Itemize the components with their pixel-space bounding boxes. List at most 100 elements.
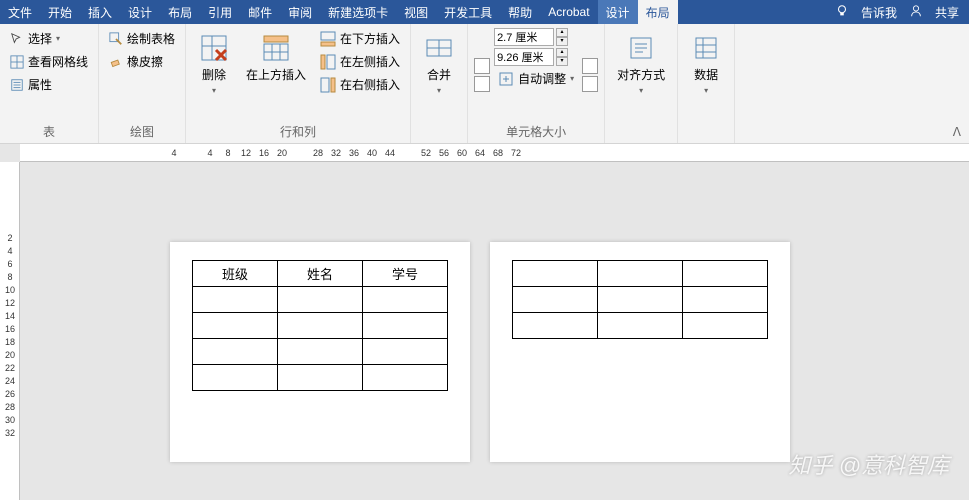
document-table-2[interactable] [512, 260, 768, 339]
group-table: 选择 ▾ 查看网格线 属性 表 [0, 24, 99, 143]
data-button[interactable]: 数据 ▾ [684, 28, 728, 138]
insert-below-label: 在下方插入 [340, 30, 400, 47]
tab-devtools[interactable]: 开发工具 [436, 0, 500, 24]
page-1[interactable]: 班级 姓名 学号 [170, 242, 470, 462]
tab-layout[interactable]: 布局 [160, 0, 200, 24]
distribute-rows-button[interactable] [582, 58, 598, 74]
table-row [513, 261, 768, 287]
table-row [193, 339, 448, 365]
tab-mailings[interactable]: 邮件 [240, 0, 280, 24]
table-cell[interactable]: 班级 [193, 261, 278, 287]
group-table-label: 表 [6, 121, 92, 143]
table-row [193, 313, 448, 339]
table-row [513, 313, 768, 339]
group-draw: 绘制表格 橡皮擦 绘图 [99, 24, 186, 143]
autofit-button[interactable]: 自动调整 ▾ [494, 68, 578, 89]
merge-label: 合并 [427, 68, 451, 82]
delete-label: 删除 [202, 68, 226, 82]
ribbon: 选择 ▾ 查看网格线 属性 表 绘制表格 [0, 24, 969, 144]
table-row [193, 365, 448, 391]
insert-left-button[interactable]: 在左侧插入 [316, 51, 404, 72]
distribute-cols-button[interactable] [582, 76, 598, 92]
group-draw-label: 绘图 [105, 121, 179, 143]
draw-table-button[interactable]: 绘制表格 [105, 28, 179, 49]
group-rows-cols: 删除 ▾ 在上方插入 在下方插入 在左侧插入 在右侧插入 [186, 24, 411, 143]
table-cell[interactable]: 学号 [363, 261, 448, 287]
tab-newtab[interactable]: 新建选项卡 [320, 0, 396, 24]
group-cellsize-label: 单元格大小 [474, 121, 598, 143]
tab-insert[interactable]: 插入 [80, 0, 120, 24]
tellme-label[interactable]: 告诉我 [861, 4, 897, 21]
table-row: 班级 姓名 学号 [193, 261, 448, 287]
properties-button[interactable]: 属性 [6, 74, 92, 95]
group-data-label [684, 138, 728, 143]
select-button[interactable]: 选择 ▾ [6, 28, 92, 49]
document-table-1[interactable]: 班级 姓名 学号 [192, 260, 448, 391]
spin-up-icon[interactable]: ▴ [556, 28, 568, 37]
tab-references[interactable]: 引用 [200, 0, 240, 24]
group-merge: 合并 ▾ [411, 24, 468, 143]
data-label: 数据 [694, 68, 718, 82]
chevron-down-icon: ▾ [56, 34, 60, 43]
delete-button[interactable]: 删除 ▾ [192, 28, 236, 121]
group-merge-label [417, 138, 461, 143]
spin-up-icon[interactable]: ▴ [556, 48, 568, 57]
insert-below-button[interactable]: 在下方插入 [316, 28, 404, 49]
ribbon-tabs: 文件 开始 插入 设计 布局 引用 邮件 审阅 新建选项卡 视图 开发工具 帮助… [0, 0, 678, 24]
collapse-ribbon-icon[interactable]: ᐱ [953, 125, 961, 139]
row-height-field[interactable]: ▴▾ [494, 28, 578, 46]
tab-acrobat[interactable]: Acrobat [540, 0, 597, 24]
spin-down-icon[interactable]: ▾ [556, 57, 568, 66]
document-canvas[interactable]: 班级 姓名 学号 [20, 162, 969, 500]
ruler-horizontal[interactable]: 4481216202832364044525660646872 [20, 144, 969, 162]
chevron-down-icon: ▾ [437, 86, 441, 95]
draw-table-label: 绘制表格 [127, 30, 175, 47]
group-data: 数据 ▾ [678, 24, 735, 143]
group-cellsize: ▴▾ ▴▾ 自动调整 ▾ 单元格大小 [468, 24, 605, 143]
chevron-down-icon: ▾ [570, 74, 574, 83]
chevron-down-icon: ▾ [212, 86, 216, 95]
tab-review[interactable]: 审阅 [280, 0, 320, 24]
gridlines-label: 查看网格线 [28, 53, 88, 70]
insert-above-label: 在上方插入 [246, 68, 306, 82]
alignment-button[interactable]: 对齐方式 ▾ [611, 28, 671, 138]
eraser-button[interactable]: 橡皮擦 [105, 51, 179, 72]
share-icon [909, 4, 923, 21]
tab-table-layout[interactable]: 布局 [638, 0, 678, 24]
group-rowscols-label: 行和列 [192, 121, 404, 143]
tab-help[interactable]: 帮助 [500, 0, 540, 24]
share-label[interactable]: 共享 [935, 4, 959, 21]
row-height-input[interactable] [494, 28, 554, 46]
ruler-vertical[interactable]: 2468101214161820222426283032 [0, 162, 20, 500]
tab-home[interactable]: 开始 [40, 0, 80, 24]
tab-view[interactable]: 视图 [396, 0, 436, 24]
properties-label: 属性 [28, 76, 52, 93]
eraser-label: 橡皮擦 [127, 53, 163, 70]
chevron-down-icon: ▾ [704, 86, 708, 95]
table-cell[interactable]: 姓名 [278, 261, 363, 287]
group-alignment: 对齐方式 ▾ [605, 24, 678, 143]
title-right: 告诉我 共享 [835, 4, 969, 21]
spin-down-icon[interactable]: ▾ [556, 37, 568, 46]
lightbulb-icon [835, 4, 849, 21]
tab-file[interactable]: 文件 [0, 0, 40, 24]
table-row [513, 287, 768, 313]
col-width-field[interactable]: ▴▾ [494, 48, 578, 66]
tab-design[interactable]: 设计 [120, 0, 160, 24]
alignment-label: 对齐方式 [617, 68, 665, 82]
gridlines-button[interactable]: 查看网格线 [6, 51, 92, 72]
merge-button[interactable]: 合并 ▾ [417, 28, 461, 138]
tab-table-design[interactable]: 设计 [598, 0, 638, 24]
distribute-rows-icon[interactable] [474, 58, 490, 74]
insert-right-button[interactable]: 在右侧插入 [316, 74, 404, 95]
select-label: 选择 [28, 30, 52, 47]
table-row [193, 287, 448, 313]
page-2[interactable] [490, 242, 790, 462]
insert-right-label: 在右侧插入 [340, 76, 400, 93]
col-width-input[interactable] [494, 48, 554, 66]
title-bar: 文件 开始 插入 设计 布局 引用 邮件 审阅 新建选项卡 视图 开发工具 帮助… [0, 0, 969, 24]
insert-above-button[interactable]: 在上方插入 [240, 28, 312, 121]
chevron-down-icon: ▾ [639, 86, 643, 95]
distribute-cols-icon[interactable] [474, 76, 490, 92]
group-alignment-label [611, 138, 671, 143]
